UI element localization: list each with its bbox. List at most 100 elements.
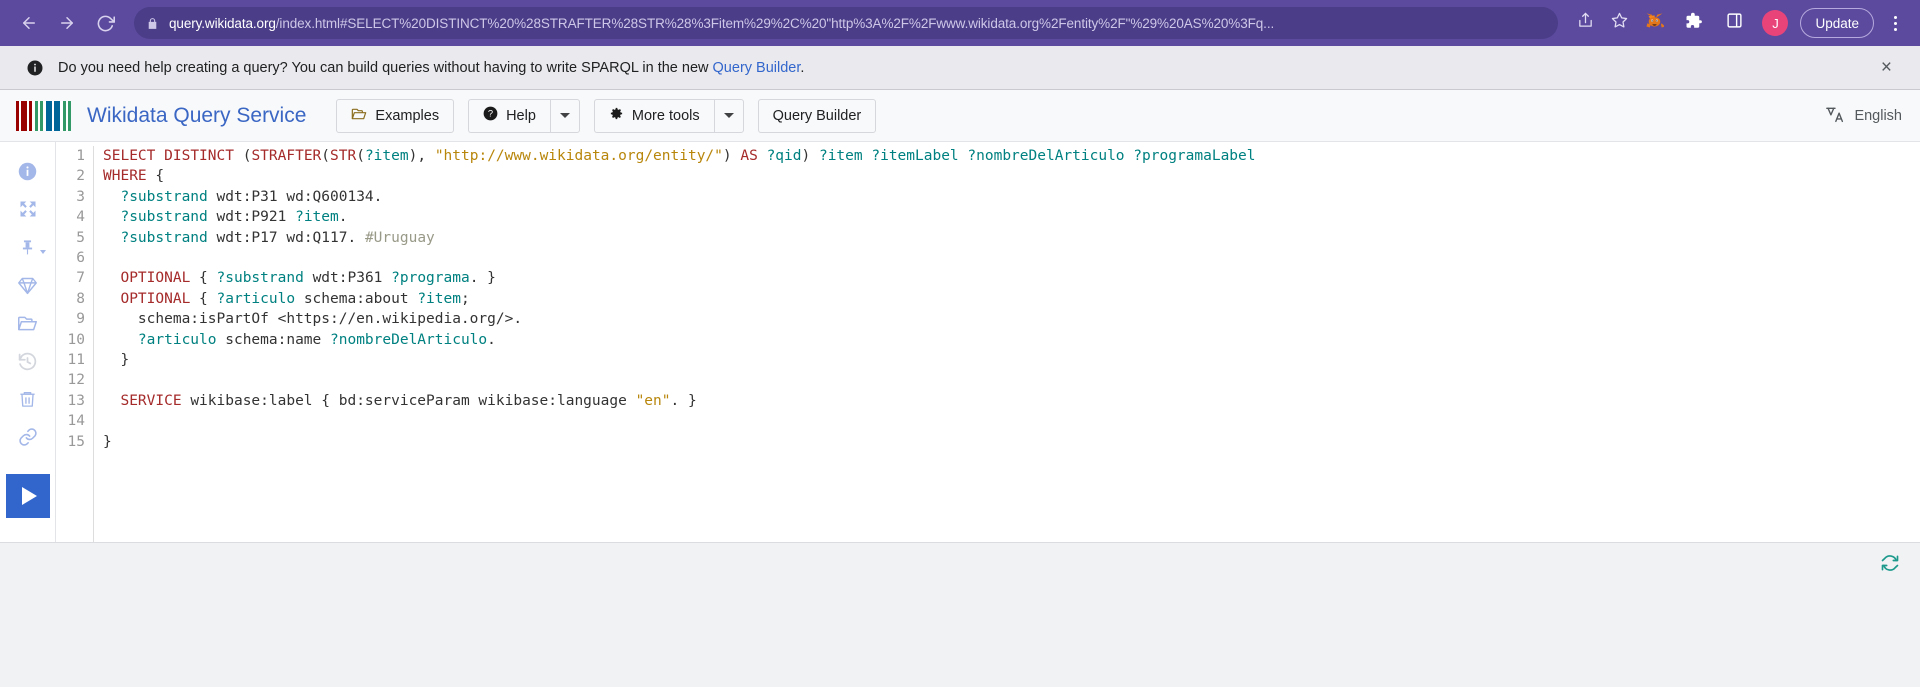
code-line: ?substrand wdt:P17 wd:Q117. #Uruguay [120, 229, 435, 246]
info-icon[interactable] [8, 152, 48, 190]
back-button[interactable] [12, 6, 46, 40]
sparql-editor[interactable]: 1 2 3 4 5 6 7 8 9 10 11 12 13 14 15 SELECT DISTINCT (S… [56, 142, 1920, 542]
editor-toolbar-rail [0, 142, 56, 542]
code-line: OPTIONAL { ?substrand wdt:P361 ?programa… [120, 270, 496, 287]
code-line: SELECT DISTINCT (STRAFTER(STR(?item), "h… [103, 148, 1256, 164]
url-path: /index.html#SELECT%20DISTINCT%20%28STRAF… [275, 15, 1275, 31]
sparql-code[interactable]: SELECT DISTINCT (STRAFTER(STR(?item), "h… [94, 146, 1920, 542]
line-number: 1 [76, 148, 85, 164]
query-builder-link[interactable]: Query Builder [713, 60, 801, 76]
line-number: 3 [76, 188, 85, 205]
line-number: 5 [76, 229, 85, 246]
kebab-menu-icon [1893, 15, 1897, 19]
address-bar[interactable]: query.wikidata.org/index.html#SELECT%20D… [134, 7, 1559, 39]
examples-label: Examples [375, 107, 440, 124]
code-line: SERVICE wikibase:label { bd:serviceParam… [120, 392, 697, 409]
folder-open-icon[interactable] [8, 304, 48, 342]
reload-button[interactable] [88, 6, 122, 40]
logo-bar-16 [68, 100, 71, 131]
page-title: Wikidata Query Service [87, 103, 307, 127]
folder-open-icon [351, 106, 367, 126]
metamask-fox-icon [1645, 11, 1666, 35]
code-line: ?substrand wdt:P31 wd:Q600134. [120, 188, 383, 205]
link-icon[interactable] [8, 418, 48, 456]
code-line: } [103, 433, 112, 450]
arrow-left-icon [20, 14, 38, 32]
line-number: 2 [76, 168, 85, 185]
bookmark-button[interactable] [1606, 10, 1632, 36]
code-line: schema:isPartOf <https://en.wikipedia.or… [137, 311, 523, 328]
refresh-icon[interactable] [1880, 553, 1900, 578]
code-line: OPTIONAL { ?articulo schema:about ?item; [120, 290, 470, 307]
notification-close-button[interactable]: × [1875, 54, 1898, 81]
help-button-group: ? Help [468, 98, 580, 133]
notification-text-after: . [800, 59, 805, 76]
share-icon [1577, 12, 1594, 34]
language-selector[interactable]: English [1825, 105, 1902, 127]
profile-avatar[interactable]: J [1762, 10, 1789, 36]
diamond-icon[interactable] [8, 266, 48, 304]
puzzle-piece-icon [1685, 12, 1703, 35]
url-host: query.wikidata.org [169, 15, 276, 31]
query-builder-button[interactable]: Query Builder [757, 98, 877, 133]
help-button[interactable]: ? Help [468, 98, 550, 133]
line-number: 12 [67, 372, 85, 389]
editor-area: 1 2 3 4 5 6 7 8 9 10 11 12 13 14 15 SELECT DISTINCT (S… [0, 142, 1920, 542]
line-number: 7 [76, 270, 85, 287]
line-number: 8 [76, 290, 85, 307]
metamask-extension-button[interactable] [1639, 8, 1669, 38]
code-line: ?substrand wdt:P921 ?item. [120, 209, 348, 226]
side-panel-button[interactable] [1719, 8, 1749, 38]
pin-icon[interactable] [8, 228, 48, 266]
side-panel-icon [1726, 12, 1743, 34]
reload-icon [96, 14, 115, 33]
update-button[interactable]: Update [1800, 8, 1874, 38]
star-icon [1611, 12, 1628, 34]
history-icon[interactable] [8, 342, 48, 380]
line-number: 11 [67, 352, 85, 369]
more-tools-button[interactable]: More tools [593, 98, 714, 133]
lock-icon [146, 17, 159, 30]
query-builder-button-group: Query Builder [757, 98, 877, 133]
play-icon [21, 487, 37, 505]
code-line: } [103, 352, 130, 369]
line-number: 15 [67, 433, 85, 450]
line-number: 6 [76, 250, 85, 267]
help-label: Help [506, 107, 536, 124]
line-number: 9 [76, 311, 85, 328]
gear-icon [609, 106, 624, 125]
browser-menu-button[interactable] [1882, 8, 1908, 38]
more-tools-dropdown-button[interactable] [713, 98, 744, 133]
notification-text-before: Do you need help creating a query? You c… [58, 59, 713, 76]
url-text: query.wikidata.org/index.html#SELECT%20D… [169, 16, 1274, 31]
wikidata-logo [16, 100, 71, 131]
translate-icon [1825, 105, 1845, 127]
browser-toolbar: query.wikidata.org/index.html#SELECT%20D… [0, 0, 1920, 46]
results-footer [0, 542, 1920, 687]
more-tools-button-group: More tools [593, 98, 744, 133]
question-circle-icon: ? [483, 106, 498, 125]
examples-button[interactable]: Examples [336, 98, 455, 133]
svg-text:?: ? [488, 109, 493, 119]
arrow-right-icon [58, 14, 76, 32]
run-query-button[interactable] [5, 474, 50, 518]
app-header: Wikidata Query Service Examples ? Help M… [0, 90, 1920, 142]
line-number: 10 [67, 331, 85, 348]
notification-banner: Do you need help creating a query? You c… [0, 46, 1920, 90]
code-line: ?articulo schema:name ?nombreDelArticulo… [137, 331, 496, 348]
examples-button-group: Examples [336, 98, 455, 133]
chevron-down-icon [723, 113, 734, 118]
share-button[interactable] [1572, 10, 1598, 36]
trash-icon[interactable] [8, 380, 48, 418]
forward-button[interactable] [50, 6, 84, 40]
expand-icon[interactable] [8, 190, 48, 228]
extensions-button[interactable] [1679, 8, 1709, 38]
line-number: 4 [76, 209, 85, 226]
help-dropdown-button[interactable] [549, 98, 580, 133]
line-number: 14 [67, 413, 85, 430]
more-tools-label: More tools [631, 107, 700, 124]
line-number: 13 [67, 392, 85, 409]
